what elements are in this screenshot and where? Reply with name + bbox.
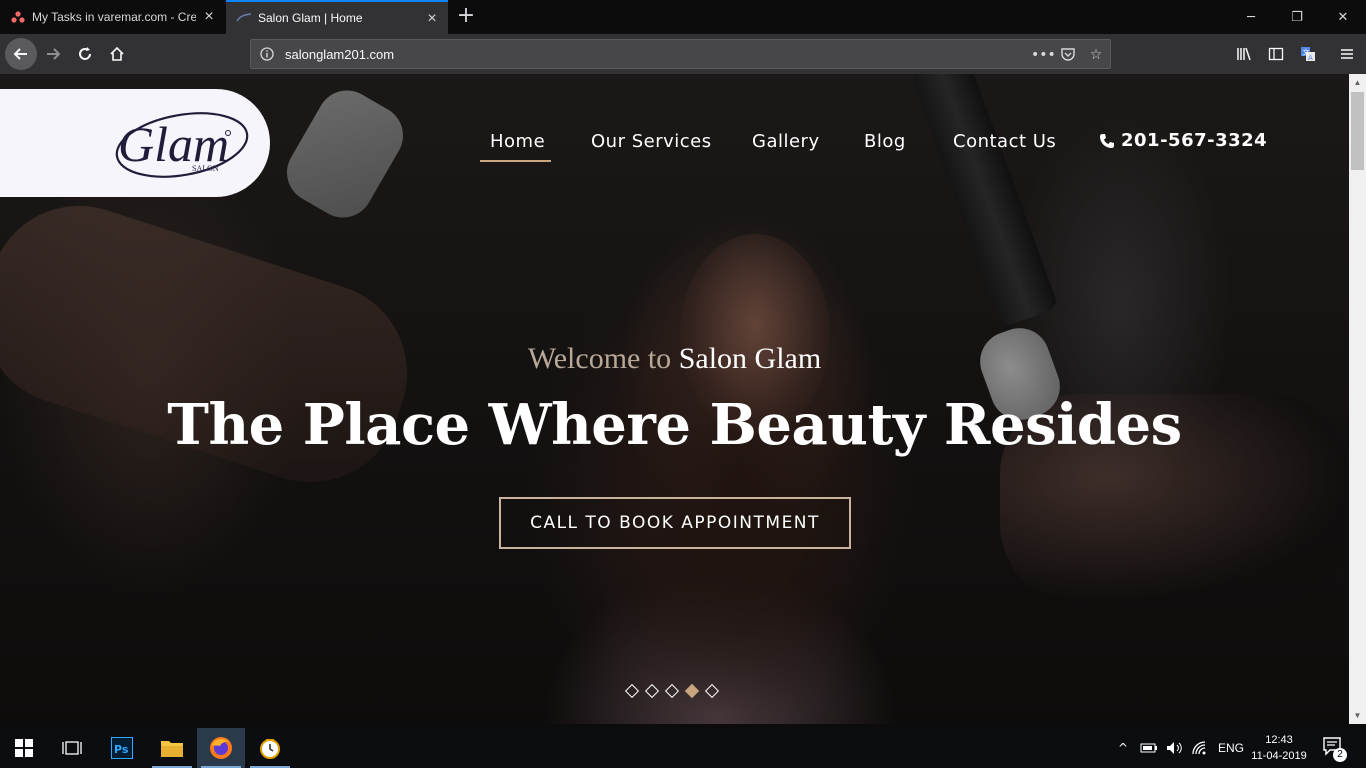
logo-subtext: SALON [192, 164, 219, 173]
phone-number: 201-567-3324 [1121, 130, 1268, 151]
scroll-up-icon[interactable]: ▲ [1349, 74, 1366, 91]
clock-time: 12:43 [1265, 734, 1293, 746]
glam-logo-icon: Glam SALON [115, 112, 249, 178]
home-icon [110, 46, 124, 61]
wifi-icon[interactable] [1192, 741, 1208, 755]
tab-label: My Tasks in varemar.com - Cre [32, 10, 196, 24]
close-tab-icon[interactable]: × [424, 11, 440, 27]
library-icon[interactable] [1230, 40, 1258, 68]
phone-link[interactable]: 201-567-3324 [1099, 130, 1267, 151]
firefox-icon[interactable] [197, 728, 245, 768]
menu-icon[interactable] [1333, 40, 1361, 68]
restore-window-button[interactable]: ❐ [1274, 0, 1320, 34]
nav-gallery[interactable]: Gallery [752, 131, 820, 152]
salon-favicon-icon [236, 10, 252, 26]
reload-button[interactable] [71, 40, 99, 68]
svg-text:A: A [1308, 54, 1313, 62]
notification-count-badge: 2 [1333, 748, 1347, 762]
back-button[interactable] [5, 38, 37, 70]
book-appointment-button[interactable]: CALL TO BOOK APPOINTMENT [499, 497, 851, 549]
nav-our-services[interactable]: Our Services [591, 131, 712, 152]
minimize-window-button[interactable]: ─ [1228, 0, 1274, 34]
welcome-name: Salon Glam [678, 342, 822, 375]
clock-date: 11-04-2019 [1251, 750, 1307, 762]
slider-dot[interactable] [624, 683, 640, 699]
scroll-thumb[interactable] [1351, 92, 1364, 170]
nav-blog[interactable]: Blog [864, 131, 906, 152]
tab-salon-glam[interactable]: Salon Glam | Home × [226, 0, 448, 34]
windows-taskbar: Ps ^ ENG 12:43 11-04-2019 [0, 728, 1366, 768]
hero-headline: The Place Where Beauty Resides [167, 392, 1182, 458]
slider-dots [624, 683, 727, 699]
home-button[interactable] [103, 40, 131, 68]
nav-home[interactable]: Home [490, 131, 545, 152]
file-explorer-icon[interactable] [148, 728, 196, 768]
language-indicator[interactable]: ENG [1218, 741, 1244, 755]
site-logo[interactable]: Glam SALON [0, 89, 270, 197]
photoshop-icon[interactable]: Ps [98, 728, 146, 768]
browser-tab-bar: My Tasks in varemar.com - Cre × Salon Gl… [0, 0, 1366, 34]
system-tray: ^ ENG [1114, 728, 1244, 768]
forward-button[interactable] [39, 40, 67, 68]
close-tab-icon[interactable]: × [201, 9, 217, 25]
close-window-button[interactable]: ✕ [1320, 0, 1366, 34]
phone-icon [1100, 133, 1114, 148]
slider-dot[interactable] [704, 683, 720, 699]
more-actions-icon[interactable]: ••• [1031, 46, 1056, 64]
browser-nav-bar: salonglam201.com ••• ☆ 文A [0, 34, 1366, 74]
arrow-left-icon [13, 48, 27, 60]
hero-welcome: Welcome to Salon Glam [0, 342, 1349, 376]
url-bar[interactable]: salonglam201.com ••• ☆ [250, 39, 1111, 69]
svg-text:Ps: Ps [114, 743, 129, 756]
translate-icon[interactable]: 文A [1294, 40, 1322, 68]
slider-dot[interactable] [664, 683, 680, 699]
show-hidden-icons-icon[interactable]: ^ [1114, 741, 1132, 755]
taskbar-clock[interactable]: 12:43 11-04-2019 [1244, 732, 1314, 764]
site-info-icon[interactable] [259, 46, 275, 62]
scroll-down-icon[interactable]: ▼ [1349, 707, 1366, 724]
tab-my-tasks[interactable]: My Tasks in varemar.com - Cre × [0, 0, 225, 34]
nav-contact-us[interactable]: Contact Us [953, 131, 1056, 152]
task-view-icon[interactable] [48, 728, 96, 768]
arrow-right-icon [47, 48, 61, 60]
sidebar-icon[interactable] [1262, 40, 1290, 68]
new-tab-button[interactable]: + [454, 5, 478, 29]
slider-dot-active[interactable] [684, 683, 700, 699]
windows-start-icon[interactable] [0, 728, 48, 768]
tab-label: Salon Glam | Home [258, 11, 363, 25]
nav-active-underline [480, 160, 551, 162]
welcome-prefix: Welcome to [527, 342, 672, 375]
url-text[interactable]: salonglam201.com [285, 47, 394, 62]
reload-icon [79, 47, 91, 60]
bookmark-star-icon[interactable]: ☆ [1087, 46, 1105, 64]
pocket-icon[interactable] [1059, 46, 1077, 64]
asana-favicon-icon [10, 9, 26, 25]
page-viewport: Glam SALON Home Our Services Gallery Blo… [0, 74, 1349, 724]
battery-icon[interactable] [1140, 741, 1158, 755]
page-scrollbar[interactable]: ▲ ▼ [1349, 74, 1366, 724]
slider-dot[interactable] [644, 683, 660, 699]
clock-app-icon[interactable] [246, 728, 294, 768]
volume-icon[interactable] [1166, 741, 1184, 755]
